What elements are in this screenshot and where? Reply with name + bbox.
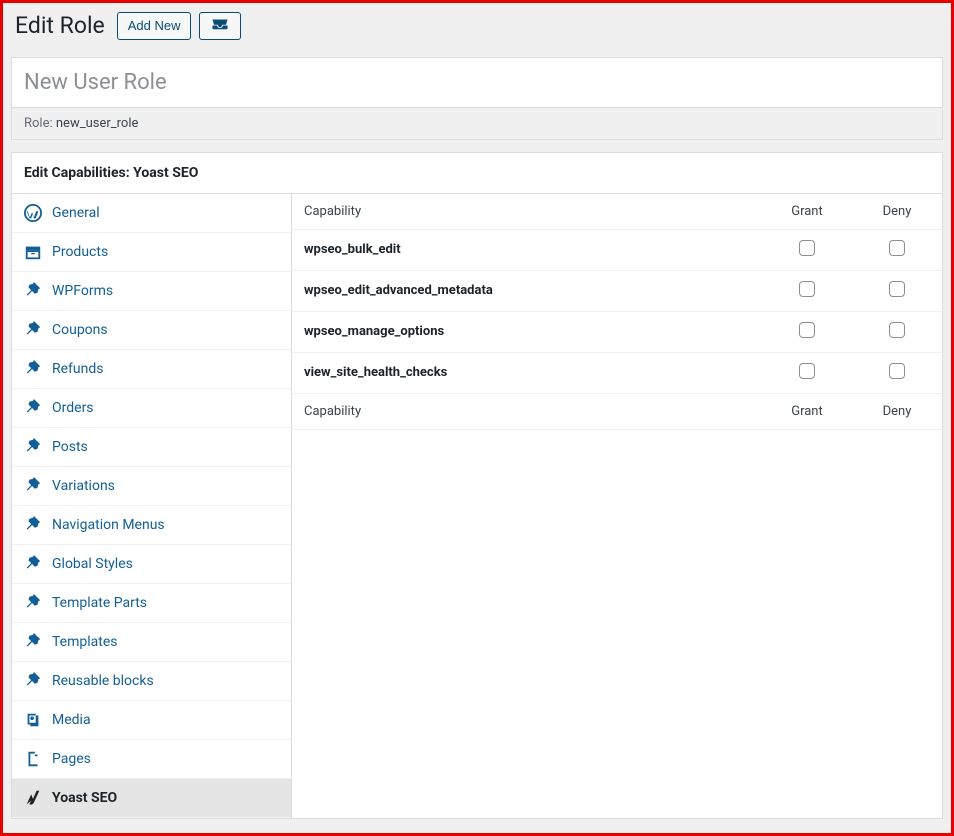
deny-checkbox[interactable] <box>889 363 905 379</box>
media-icon <box>24 711 42 729</box>
role-slug-bar: Role: new_user_role <box>11 108 943 140</box>
sidebar-item-orders[interactable]: Orders <box>12 389 291 428</box>
pin-icon <box>24 555 42 573</box>
sidebar-item-label: Refunds <box>52 361 104 377</box>
tf-capability: Capability <box>292 393 762 429</box>
deny-checkbox[interactable] <box>889 322 905 338</box>
capability-group-sidebar: General Products WPForms Coupons Refunds Orde… <box>12 194 292 818</box>
sidebar-item-label: WPForms <box>52 283 113 299</box>
page-title: Edit Role <box>15 11 105 41</box>
role-title-bar: New User Role <box>11 57 943 108</box>
sidebar-item-label: Reusable blocks <box>52 673 154 689</box>
capability-name: wpseo_edit_advanced_metadata <box>292 270 762 311</box>
th-deny: Deny <box>852 194 942 230</box>
role-title: New User Role <box>24 70 930 95</box>
sidebar-item-label: Posts <box>52 439 88 455</box>
capability-name: view_site_health_checks <box>292 352 762 393</box>
archive-icon <box>24 243 42 261</box>
deny-checkbox[interactable] <box>889 281 905 297</box>
sidebar-item-general[interactable]: General <box>12 194 291 233</box>
sidebar-item-label: Global Styles <box>52 556 133 572</box>
sidebar-item-label: Navigation Menus <box>52 517 165 533</box>
sidebar-item-reusable-blocks[interactable]: Reusable blocks <box>12 662 291 701</box>
capability-name: wpseo_bulk_edit <box>292 229 762 270</box>
sidebar-item-label: Variations <box>52 478 115 494</box>
sidebar-item-variations[interactable]: Variations <box>12 467 291 506</box>
yoast-icon <box>24 789 42 807</box>
capability-name: wpseo_manage_options <box>292 311 762 352</box>
role-slug-label: Role: <box>24 116 53 131</box>
th-grant: Grant <box>762 194 852 230</box>
sidebar-item-products[interactable]: Products <box>12 233 291 272</box>
sidebar-item-label: Media <box>52 712 91 728</box>
sidebar-item-template-parts[interactable]: Template Parts <box>12 584 291 623</box>
sidebar-item-label: Template Parts <box>52 595 147 611</box>
table-row: wpseo_manage_options <box>292 311 942 352</box>
tf-grant: Grant <box>762 393 852 429</box>
pin-icon <box>24 594 42 612</box>
grant-checkbox[interactable] <box>799 240 815 256</box>
inbox-icon <box>211 17 229 34</box>
th-capability: Capability <box>292 194 762 230</box>
sidebar-item-media[interactable]: Media <box>12 701 291 740</box>
sidebar-item-wpforms[interactable]: WPForms <box>12 272 291 311</box>
sidebar-item-label: Products <box>52 244 108 260</box>
pin-icon <box>24 633 42 651</box>
sidebar-item-label: Yoast SEO <box>52 790 117 806</box>
sidebar-item-label: Pages <box>52 751 91 767</box>
pin-icon <box>24 477 42 495</box>
sidebar-item-refunds[interactable]: Refunds <box>12 350 291 389</box>
pin-icon <box>24 321 42 339</box>
sidebar-item-pages[interactable]: Pages <box>12 740 291 779</box>
sidebar-item-templates[interactable]: Templates <box>12 623 291 662</box>
sidebar-item-coupons[interactable]: Coupons <box>12 311 291 350</box>
sidebar-item-label: Coupons <box>52 322 108 338</box>
panel-heading: Edit Capabilities: Yoast SEO <box>12 153 942 194</box>
table-row: wpseo_edit_advanced_metadata <box>292 270 942 311</box>
sidebar-item-label: Orders <box>52 400 94 416</box>
sidebar-item-label: General <box>52 205 100 221</box>
grant-checkbox[interactable] <box>799 363 815 379</box>
grant-checkbox[interactable] <box>799 281 815 297</box>
sidebar-item-navigation-menus[interactable]: Navigation Menus <box>12 506 291 545</box>
sidebar-item-global-styles[interactable]: Global Styles <box>12 545 291 584</box>
capability-table: Capability Grant Deny wpseo_bulk_editwps… <box>292 194 942 430</box>
sidebar-item-yoast-seo[interactable]: Yoast SEO <box>12 779 291 818</box>
pin-icon <box>24 360 42 378</box>
pages-icon <box>24 750 42 768</box>
pin-icon <box>24 282 42 300</box>
capability-table-wrap: Capability Grant Deny wpseo_bulk_editwps… <box>292 194 942 818</box>
tf-deny: Deny <box>852 393 942 429</box>
pin-icon <box>24 516 42 534</box>
inbox-button[interactable] <box>199 12 241 40</box>
capabilities-panel: Edit Capabilities: Yoast SEO General Prod… <box>11 152 943 819</box>
page-header: Edit Role Add New <box>3 3 951 45</box>
pin-icon <box>24 672 42 690</box>
pin-icon <box>24 399 42 417</box>
table-row: view_site_health_checks <box>292 352 942 393</box>
grant-checkbox[interactable] <box>799 322 815 338</box>
pin-icon <box>24 438 42 456</box>
sidebar-item-label: Templates <box>52 634 118 650</box>
wp-icon <box>24 204 42 222</box>
add-new-button[interactable]: Add New <box>117 12 192 40</box>
sidebar-item-posts[interactable]: Posts <box>12 428 291 467</box>
role-slug-value: new_user_role <box>56 116 139 131</box>
deny-checkbox[interactable] <box>889 240 905 256</box>
table-row: wpseo_bulk_edit <box>292 229 942 270</box>
